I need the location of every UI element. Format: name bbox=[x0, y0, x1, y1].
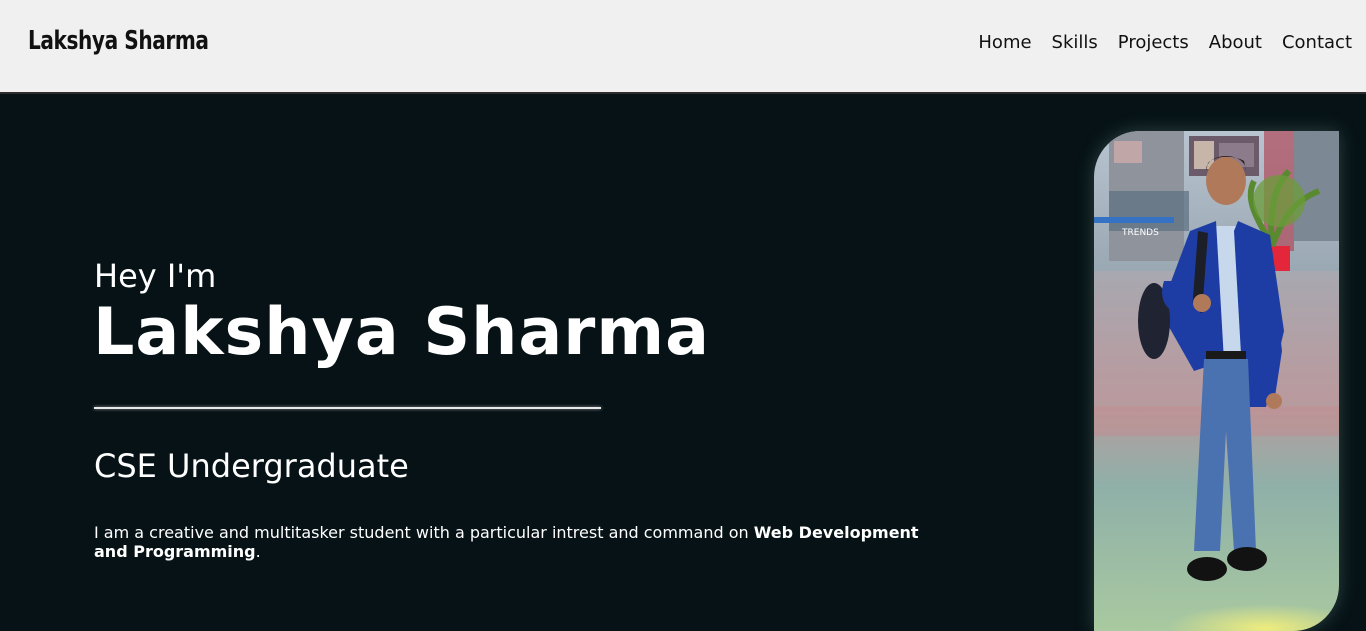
hero-bio: I am a creative and multitasker student … bbox=[94, 523, 954, 561]
hero-greeting: Hey I'm bbox=[94, 257, 217, 295]
nav-link-about[interactable]: About bbox=[1209, 32, 1262, 53]
bio-text: I am a creative and multitasker student … bbox=[94, 523, 754, 542]
nav-links: Home Skills Projects About Contact bbox=[978, 32, 1352, 53]
nav-link-skills[interactable]: Skills bbox=[1052, 32, 1098, 53]
nav-link-home[interactable]: Home bbox=[978, 32, 1031, 53]
profile-photo: TRENDS bbox=[1094, 131, 1339, 631]
navbar: Lakshya Sharma Home Skills Projects Abou… bbox=[0, 0, 1366, 94]
svg-text:TRENDS: TRENDS bbox=[1121, 228, 1159, 238]
nav-link-projects[interactable]: Projects bbox=[1118, 32, 1189, 53]
hero-name: Lakshya Sharma bbox=[93, 295, 710, 370]
hero-section: Hey I'm Lakshya Sharma CSE Undergraduate… bbox=[0, 95, 1366, 631]
brand-logo[interactable]: Lakshya Sharma bbox=[28, 26, 209, 56]
hero-role: CSE Undergraduate bbox=[94, 447, 409, 485]
nav-link-contact[interactable]: Contact bbox=[1282, 32, 1352, 53]
bio-suffix: . bbox=[255, 542, 261, 561]
hero-divider bbox=[94, 407, 601, 409]
